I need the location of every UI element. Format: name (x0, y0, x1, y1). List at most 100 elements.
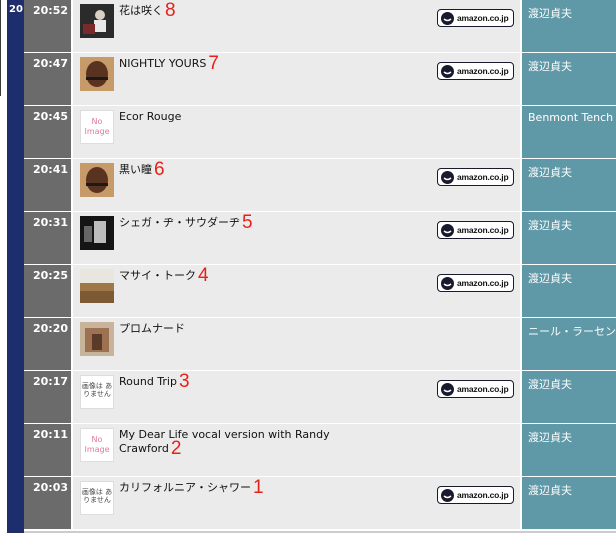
track-number: 8 (165, 0, 176, 21)
artist-cell[interactable]: ニール・ラーセン (522, 318, 616, 370)
amazon-button[interactable]: amazon.co.jp (437, 168, 514, 186)
track-title-text: My Dear Life vocal version with Randy Cr… (119, 428, 330, 455)
track-title-text: カリフォルニア・シャワー (119, 481, 251, 494)
track-number: 2 (170, 438, 182, 459)
playlist-row: 20:25 マサイ・トーク 4 amazon.co.jp 渡辺貞夫 (24, 265, 616, 317)
time-cell: 20:03 (24, 477, 71, 529)
playlist-row: 20:41 黒い瞳 6 amazon.co.jp 渡辺貞夫 (24, 159, 616, 211)
track-title: プロムナード (119, 322, 334, 336)
hour-column (7, 0, 24, 533)
no-image-icon: No Image (80, 110, 114, 144)
amazon-logo-icon (441, 64, 454, 78)
time-cell: 20:45 (24, 106, 71, 158)
track-title-text: Ecor Rouge (119, 110, 182, 123)
artist-cell[interactable]: Benmont Tench (522, 106, 616, 158)
track-cell: シェガ・ヂ・サウダーヂ 5 amazon.co.jp (73, 212, 520, 264)
playlist-row: 20:20 プロムナード ニール・ラーセン (24, 318, 616, 370)
track-title-text: シェガ・ヂ・サウダーヂ (119, 216, 240, 229)
album-cover-image[interactable] (80, 216, 114, 250)
playlist-row: 20:47 NIGHTLY YOURS 7 amazon.co.jp 渡辺貞夫 (24, 53, 616, 105)
amazon-button[interactable]: amazon.co.jp (437, 274, 514, 292)
artist-cell[interactable]: 渡辺貞夫 (522, 371, 616, 423)
time-cell: 20:17 (24, 371, 71, 423)
track-cell: 花は咲く 8 amazon.co.jp (73, 0, 520, 52)
no-image-icon: No Image (80, 428, 114, 462)
amazon-button[interactable]: amazon.co.jp (437, 62, 514, 80)
album-cover-image[interactable] (80, 163, 114, 197)
artist-cell[interactable]: 渡辺貞夫 (522, 477, 616, 529)
track-title: Ecor Rouge (119, 110, 334, 124)
amazon-button[interactable]: amazon.co.jp (437, 9, 514, 27)
time-cell: 20:31 (24, 212, 71, 264)
hour-label: 20 (9, 4, 23, 15)
album-cover-image[interactable] (80, 4, 114, 38)
amazon-button[interactable]: amazon.co.jp (437, 380, 514, 398)
track-cell: 黒い瞳 6 amazon.co.jp (73, 159, 520, 211)
track-cell: マサイ・トーク 4 amazon.co.jp (73, 265, 520, 317)
track-title-text: プロムナード (119, 322, 185, 335)
artist-cell[interactable]: 渡辺貞夫 (522, 0, 616, 52)
time-cell: 20:20 (24, 318, 71, 370)
playlist-row: 20:11 No Image My Dear Life vocal versio… (24, 424, 616, 476)
time-cell: 20:47 (24, 53, 71, 105)
amazon-button[interactable]: amazon.co.jp (437, 486, 514, 504)
amazon-logo-icon (441, 276, 454, 290)
track-title-text: NIGHTLY YOURS (119, 57, 207, 70)
artist-cell[interactable]: 渡辺貞夫 (522, 159, 616, 211)
amazon-label: amazon.co.jp (457, 66, 509, 76)
amazon-logo-icon (441, 382, 454, 396)
track-title: カリフォルニア・シャワー 1 (119, 478, 334, 497)
track-cell: NIGHTLY YOURS 7 amazon.co.jp (73, 53, 520, 105)
track-cell: プロムナード (73, 318, 520, 370)
amazon-label: amazon.co.jp (457, 225, 509, 235)
track-number: 3 (178, 371, 190, 392)
track-title: My Dear Life vocal version with Randy Cr… (119, 428, 334, 459)
track-title: マサイ・トーク 4 (119, 266, 334, 285)
album-cover-image[interactable] (80, 322, 114, 356)
track-title: 黒い瞳 6 (119, 160, 334, 179)
amazon-button[interactable]: amazon.co.jp (437, 221, 514, 239)
track-title: 花は咲く 8 (119, 1, 334, 20)
no-image-icon: 画像は ありません (80, 375, 114, 409)
artist-cell[interactable]: 渡辺貞夫 (522, 424, 616, 476)
amazon-logo-icon (441, 488, 454, 502)
playlist-row: 20:31 シェガ・ヂ・サウダーヂ 5 amazon.co.jp 渡辺貞夫 (24, 212, 616, 264)
track-cell: 画像は ありません Round Trip 3 amazon.co.jp (73, 371, 520, 423)
track-title-text: マサイ・トーク (119, 269, 196, 282)
track-number: 6 (154, 159, 165, 180)
left-border (0, 0, 1, 96)
album-cover-image[interactable] (80, 269, 114, 303)
amazon-logo-icon (441, 223, 454, 237)
playlist-row: 20:45 No Image Ecor Rouge Benmont Tench (24, 106, 616, 158)
playlist-row: 20:03 画像は ありません カリフォルニア・シャワー 1 amazon.co.… (24, 477, 616, 529)
amazon-logo-icon (441, 11, 454, 25)
playlist-row: 20:52 花は咲く 8 amazon.co.jp 渡辺貞夫 (24, 0, 616, 52)
track-title: シェガ・ヂ・サウダーヂ 5 (119, 213, 334, 232)
amazon-label: amazon.co.jp (457, 13, 509, 23)
artist-cell[interactable]: 渡辺貞夫 (522, 265, 616, 317)
amazon-label: amazon.co.jp (457, 278, 509, 288)
album-cover-image[interactable] (80, 57, 114, 91)
track-title-text: 花は咲く (119, 4, 163, 17)
amazon-label: amazon.co.jp (457, 172, 509, 182)
track-number: 4 (198, 265, 209, 286)
track-number: 1 (253, 477, 264, 498)
track-title-text: Round Trip (119, 375, 177, 388)
track-number: 5 (242, 212, 253, 233)
artist-cell[interactable]: 渡辺貞夫 (522, 212, 616, 264)
track-cell: 画像は ありません カリフォルニア・シャワー 1 amazon.co.jp (73, 477, 520, 529)
playlist-row: 20:17 画像は ありません Round Trip 3 amazon.co.jp… (24, 371, 616, 423)
amazon-label: amazon.co.jp (457, 384, 509, 394)
track-title-text: 黒い瞳 (119, 163, 152, 176)
time-cell: 20:52 (24, 0, 71, 52)
track-title: Round Trip 3 (119, 372, 334, 391)
time-cell: 20:41 (24, 159, 71, 211)
track-number: 7 (208, 53, 219, 74)
artist-cell[interactable]: 渡辺貞夫 (522, 53, 616, 105)
time-cell: 20:25 (24, 265, 71, 317)
track-title: NIGHTLY YOURS 7 (119, 54, 334, 73)
track-cell: No Image My Dear Life vocal version with… (73, 424, 520, 476)
track-cell: No Image Ecor Rouge (73, 106, 520, 158)
no-image-icon: 画像は ありません (80, 481, 114, 515)
amazon-logo-icon (441, 170, 454, 184)
